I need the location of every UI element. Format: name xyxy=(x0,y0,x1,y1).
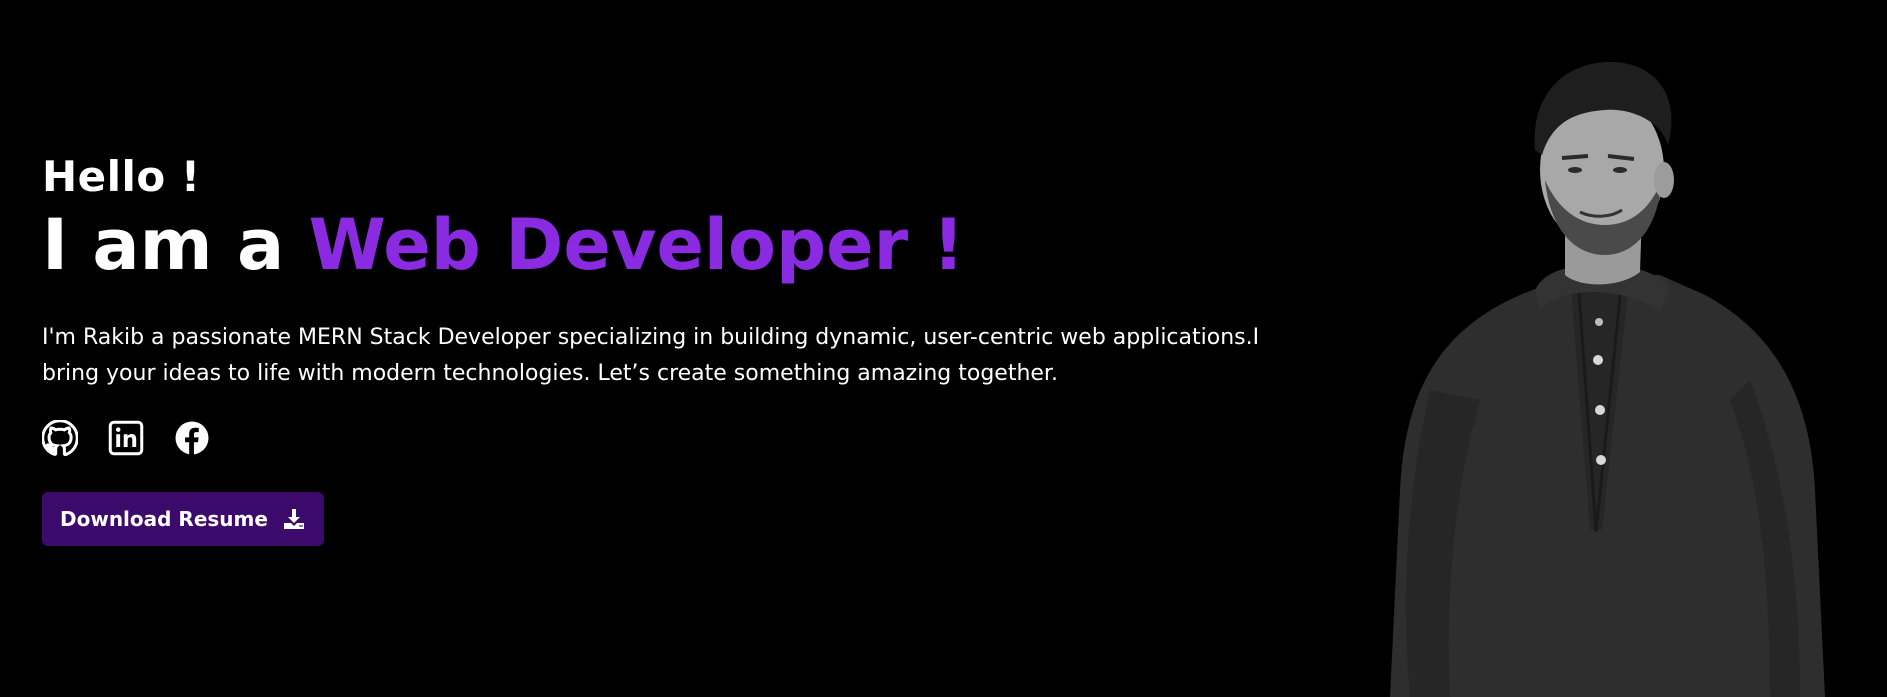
social-links xyxy=(42,420,1302,456)
download-resume-button[interactable]: Download Resume xyxy=(42,492,324,546)
intro-description: I'm Rakib a passionate MERN Stack Develo… xyxy=(42,325,1260,386)
facebook-icon xyxy=(174,420,210,456)
download-resume-label: Download Resume xyxy=(60,507,268,531)
github-link[interactable] xyxy=(42,420,78,456)
headline-accent: Web Developer ! xyxy=(308,204,965,286)
headline-prefix: I am a xyxy=(42,204,309,286)
download-icon xyxy=(282,507,306,531)
facebook-link[interactable] xyxy=(174,420,210,456)
headline: I am a Web Developer ! xyxy=(42,204,1302,286)
linkedin-icon xyxy=(108,420,144,456)
github-icon xyxy=(42,420,78,456)
linkedin-link[interactable] xyxy=(108,420,144,456)
greeting-text: Hello ! xyxy=(42,152,201,201)
hero-section: Hello ! I am a Web Developer ! I'm Rakib… xyxy=(42,150,1302,546)
profile-portrait xyxy=(1330,60,1830,697)
